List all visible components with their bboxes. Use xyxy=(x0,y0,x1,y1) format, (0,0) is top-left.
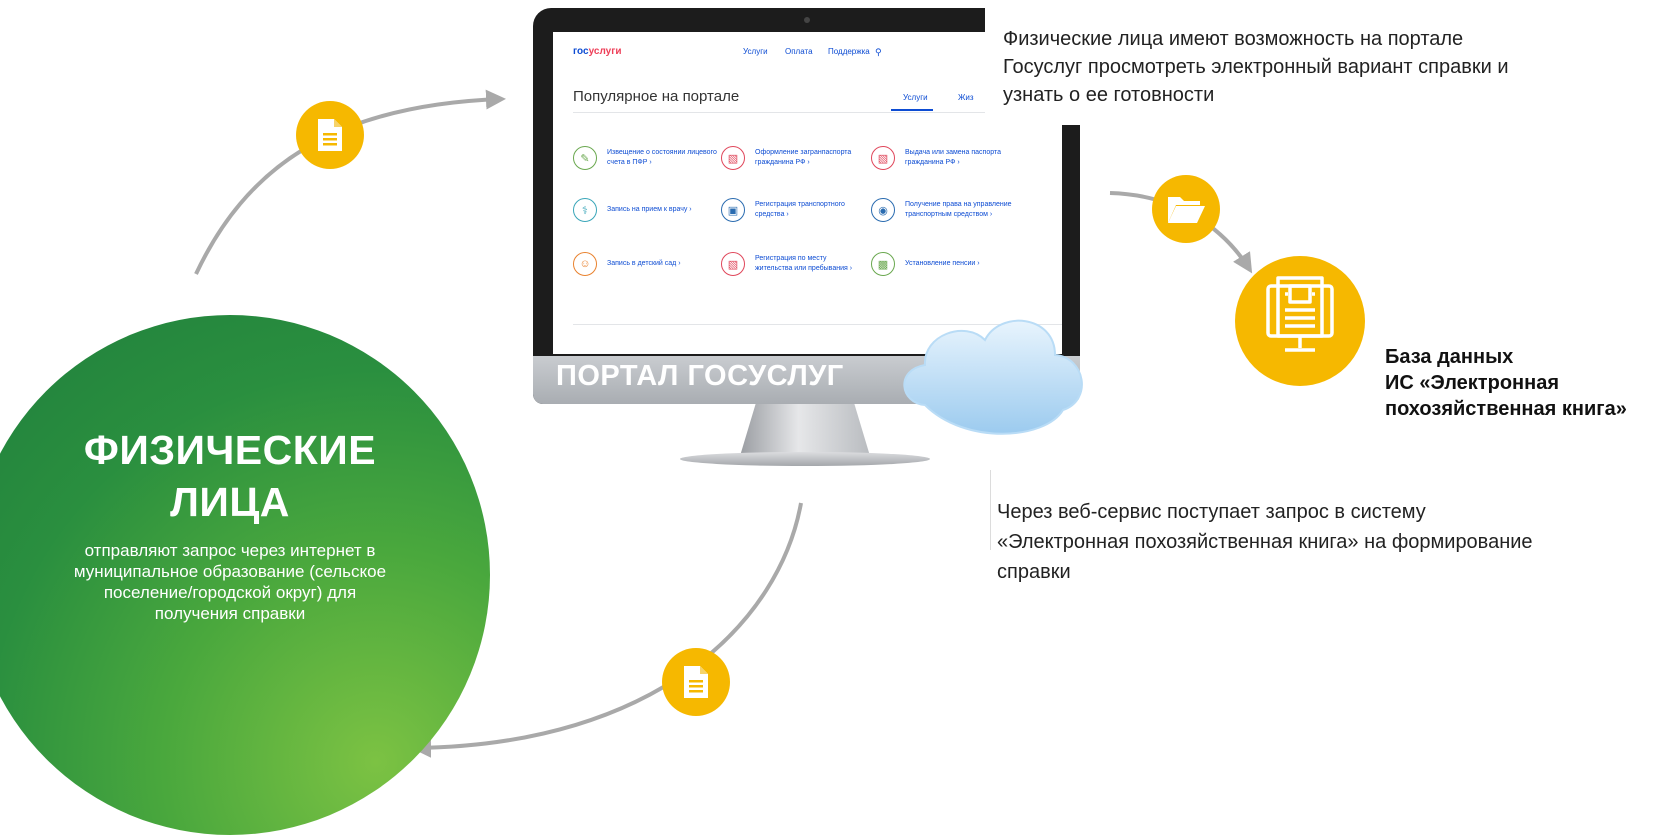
service-item[interactable]: ▧ Выдача или замена паспорта гражданина … xyxy=(871,146,1015,170)
wallet-icon: ▩ xyxy=(871,252,895,276)
cloud-icon xyxy=(903,319,1083,435)
nav-services[interactable]: Услуги xyxy=(743,47,768,56)
service-label: Регистрация по месту жительства или преб… xyxy=(755,255,853,272)
service-item[interactable]: ✎ Извещение о состоянии лицевого счета в… xyxy=(573,146,717,170)
service-label: Выдача или замена паспорта гражданина РФ… xyxy=(905,149,1001,166)
stethoscope-icon: ⚕ xyxy=(573,198,597,222)
service-label: Регистрация транспортного средства › xyxy=(755,201,845,218)
service-label: Извещение о состоянии лицевого счета в П… xyxy=(607,149,717,166)
nav-payment[interactable]: Оплата xyxy=(785,47,813,56)
individuals-title-line2: ЛИЦА xyxy=(170,479,290,525)
service-label: Установление пенсии › xyxy=(905,260,980,267)
logo-main: гос xyxy=(573,46,589,57)
nav-support[interactable]: Поддержка xyxy=(828,47,870,56)
webcam-icon xyxy=(804,17,810,23)
webservice-text: Через веб-сервис поступает запрос в сист… xyxy=(997,501,1533,583)
service-item[interactable]: ▣ Регистрация транспортного средства › xyxy=(721,198,865,222)
service-item[interactable]: ◉ Получение права на управление транспор… xyxy=(871,198,1015,222)
document-icon xyxy=(662,648,730,716)
gosuslugi-logo[interactable]: госуслуги xyxy=(573,46,622,57)
database-circle xyxy=(1235,256,1365,386)
folder-icon xyxy=(1152,175,1220,243)
database-label-line3: похозяйственная книга» xyxy=(1385,398,1627,420)
monitor-stand xyxy=(740,404,870,456)
individuals-title-line1: ФИЗИЧЕСКИЕ xyxy=(83,427,377,473)
logo-accent: услуги xyxy=(588,46,622,57)
passport-icon: ▧ xyxy=(721,146,745,170)
service-item[interactable]: ⚕ Запись на прием к врачу › xyxy=(573,198,717,222)
passport-icon: ▧ xyxy=(871,146,895,170)
individuals-description: отправляют запрос через интернет в муниц… xyxy=(73,541,387,623)
database-label: База данных ИС «Электронная похозяйствен… xyxy=(1385,344,1675,422)
service-item[interactable]: ▧ Оформление загранпаспорта гражданина Р… xyxy=(721,146,865,170)
portal-label: ПОРТАЛ ГОСУСЛУГ xyxy=(556,360,844,392)
service-item[interactable]: ▧ Регистрация по месту жительства или пр… xyxy=(721,252,865,276)
portal-title: Популярное на портале xyxy=(573,88,740,105)
tab-active-indicator xyxy=(891,109,933,111)
steering-wheel-icon: ◉ xyxy=(871,198,895,222)
service-label: Запись на прием к врачу › xyxy=(607,206,692,213)
individuals-title: ФИЗИЧЕСКИЕ ЛИЦА xyxy=(40,424,420,528)
portal-info-text: Физические лица имеют возможность на пор… xyxy=(1003,28,1509,106)
connector-line xyxy=(990,470,991,550)
tab-life[interactable]: Жиз xyxy=(958,93,974,102)
tab-services[interactable]: Услуги xyxy=(903,93,928,102)
service-label: Оформление загранпаспорта гражданина РФ … xyxy=(755,149,852,166)
service-item[interactable]: ▩ Установление пенсии › xyxy=(871,252,1015,276)
passport-icon: ▧ xyxy=(721,252,745,276)
database-book-icon xyxy=(1266,276,1334,352)
search-icon[interactable]: ⚲ xyxy=(875,47,882,58)
car-icon: ▣ xyxy=(721,198,745,222)
database-label-line2: ИС «Электронная xyxy=(1385,372,1559,394)
service-item[interactable]: ☺ Запись в детский сад › xyxy=(573,252,717,276)
database-label-line1: База данных xyxy=(1385,346,1514,368)
document-icon xyxy=(296,101,364,169)
kindergarten-icon: ☺ xyxy=(573,252,597,276)
document-icon: ✎ xyxy=(573,146,597,170)
service-label: Получение права на управление транспортн… xyxy=(905,201,1012,218)
monitor-stand-base xyxy=(680,452,930,466)
service-label: Запись в детский сад › xyxy=(607,260,681,267)
